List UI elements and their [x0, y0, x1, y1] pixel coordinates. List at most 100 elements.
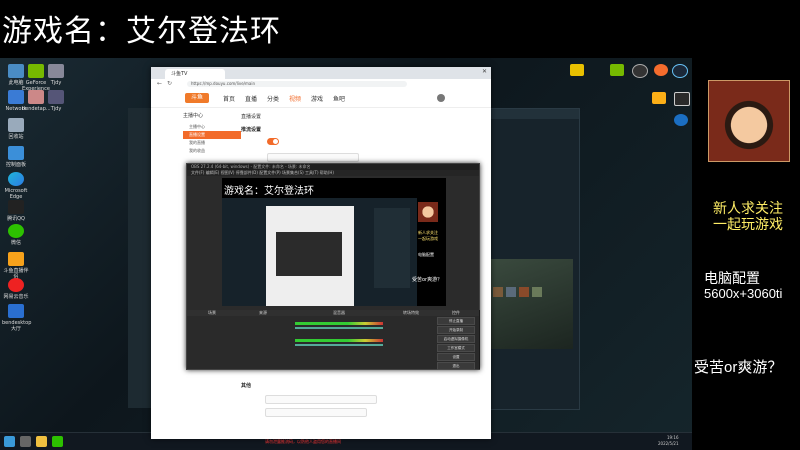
nav-yuba[interactable]: 鱼吧	[333, 94, 345, 103]
desktop-icon-uplay[interactable]	[674, 114, 688, 126]
nav-home[interactable]: 首页	[223, 94, 235, 103]
stop-streaming-button[interactable]: 停止直播	[437, 317, 475, 325]
preview-obs	[276, 232, 342, 276]
desktop-icon-steam[interactable]	[672, 64, 688, 78]
recycle-bin-icon	[8, 118, 24, 132]
close-icon[interactable]: ✕	[482, 68, 487, 75]
steam-icon	[672, 64, 688, 78]
other-field-1[interactable]	[265, 395, 377, 404]
taskbar-app-icon[interactable]	[52, 436, 63, 447]
app-icon	[48, 64, 64, 78]
virtual-camera-button[interactable]: 启动虚拟摄像机	[437, 335, 475, 343]
desktop-icon-qq[interactable]: 腾讯QQ	[2, 200, 30, 222]
qq-icon	[8, 200, 24, 214]
dock-sources-title: 来源	[237, 310, 289, 316]
desktop-icon-douyu[interactable]: 斗鱼直播伴侣	[2, 252, 30, 280]
push-url-field[interactable]	[267, 153, 359, 162]
preview-follow2: 一起玩游戏	[418, 236, 438, 241]
question-overlay: 受苦or爽游？	[694, 359, 783, 376]
desktop-icon-rockstar[interactable]	[652, 92, 666, 104]
dock-sources[interactable]: 来源	[237, 310, 290, 369]
desktop-icon-nvidia-broadcast[interactable]	[610, 64, 624, 76]
netease-music-icon	[8, 278, 24, 292]
obs-window: OBS 27.2.4 (64-bit, windows) - 配置文件: 未命名…	[186, 163, 480, 370]
edge-icon	[8, 172, 24, 186]
desktop-icon-xiaoheihe[interactable]	[570, 64, 584, 76]
desktop-icon-control-panel[interactable]: 控制面板	[2, 146, 30, 168]
uplay-icon	[674, 114, 688, 126]
hero-icons-row	[493, 287, 569, 297]
subsection-title: 推流设置	[241, 127, 262, 133]
back-icon[interactable]: ←	[157, 80, 162, 87]
refresh-icon[interactable]: ↻	[167, 80, 172, 87]
nav-video[interactable]: 视频	[289, 94, 301, 103]
other-section-title: 其他	[241, 383, 252, 389]
settings-button[interactable]: 设置	[437, 353, 475, 361]
browser-tab-bar: 斗鱼TV ✕	[151, 67, 491, 79]
nav-category[interactable]: 分类	[267, 94, 279, 103]
app-icon	[48, 90, 64, 104]
user-avatar[interactable]	[437, 94, 445, 102]
control-panel-icon	[8, 146, 24, 160]
douyu-icon	[8, 252, 24, 266]
nvidia-icon	[610, 64, 624, 76]
preview-question: 受苦or爽游？	[412, 277, 443, 283]
bg-window-titlebar	[483, 109, 579, 119]
taskbar-clock[interactable]: 19:16 2022/5/21	[658, 435, 679, 447]
other-field-2[interactable]	[265, 408, 367, 417]
dock-controls: 控件 停止直播 开始录制 启动虚拟摄像机 工作室模式 设置 退出	[433, 310, 480, 370]
push-toggle-row	[241, 137, 471, 147]
start-recording-button[interactable]: 开始录制	[437, 326, 475, 334]
desktop-icon-obs[interactable]	[632, 64, 648, 78]
nav-live[interactable]: 直播	[245, 94, 257, 103]
desktop-icon-origin[interactable]	[654, 64, 668, 76]
wechat-icon	[8, 224, 24, 238]
desktop-icon-edge[interactable]: Microsoft Edge	[2, 172, 30, 200]
follow-line-2: 一起玩游戏	[713, 217, 783, 233]
desktop-icon-wechat[interactable]: 微信	[2, 224, 30, 246]
dock-transitions-title: 转场特效	[389, 310, 433, 316]
sidebar-item-center[interactable]: 主播中心	[183, 123, 241, 131]
audio-meter-mic	[295, 339, 383, 342]
obs-menubar[interactable]: 文件(F) 编辑(E) 视图(V) 停靠部件(D) 配置文件(P) 场景集合(S…	[187, 170, 479, 176]
file-explorer-icon[interactable]	[36, 436, 47, 447]
sidebar-item-earnings[interactable]: 我的收益	[183, 147, 241, 155]
dock-scenes[interactable]: 场景	[187, 310, 238, 369]
desktop-icon-netease[interactable]: 网易云音乐	[2, 278, 30, 300]
desktop-icon-bendesktop[interactable]: bendesktop大厅	[2, 304, 31, 332]
browser-tab[interactable]: 斗鱼TV	[165, 69, 225, 79]
desktop-icon-recycle-bin[interactable]: 回收站	[2, 118, 30, 140]
exit-button[interactable]: 退出	[437, 362, 475, 370]
windows-start-icon[interactable]	[4, 436, 15, 447]
section-title: 直播设置	[241, 114, 262, 120]
sidebar-item-my-live[interactable]: 我的直播	[183, 139, 241, 147]
desktop-icon-epic[interactable]	[674, 92, 690, 106]
search-icon[interactable]	[20, 436, 31, 447]
other-section: 其他 请勿泄露推流码，以防他人盗用您的直播间	[241, 382, 471, 445]
site-logo[interactable]: 斗鱼	[185, 93, 209, 103]
studio-mode-button[interactable]: 工作室模式	[437, 344, 475, 352]
push-toggle[interactable]	[267, 138, 279, 145]
rockstar-icon	[652, 92, 666, 104]
dock-transitions[interactable]: 转场特效	[389, 310, 434, 369]
url-field[interactable]: https://mp.douyu.com/live/main	[187, 81, 407, 87]
obs-dock: 场景 来源 混音器 转场特效 控件 停止直播 开始录制 启动虚拟摄像机 工作室模…	[187, 310, 480, 370]
desktop-icon-tjdy[interactable]: Tjdy	[42, 64, 70, 86]
dock-controls-title: 控件	[433, 310, 479, 316]
warning-text: 请勿泄露推流码，以防他人盗用您的直播间	[265, 439, 341, 444]
xiaoheihe-icon	[570, 64, 584, 76]
preview-bg-window	[374, 208, 410, 288]
sidebar-item-live-settings[interactable]: 直播设置	[183, 131, 241, 139]
nav-game[interactable]: 游戏	[311, 94, 323, 103]
obs-icon	[632, 64, 648, 78]
volume-slider-mic[interactable]	[295, 344, 383, 346]
preview-title: 游戏名：艾尔登法环	[224, 186, 314, 197]
background-window-right	[482, 108, 580, 410]
pc-config-spec: 5600x+3060ti	[704, 286, 783, 301]
taskbar-date: 2022/5/21	[658, 441, 679, 446]
volume-slider-desktop[interactable]	[295, 327, 383, 329]
dock-mixer: 混音器	[289, 310, 390, 369]
desktop-icon-tjdy-2[interactable]: Tjdy	[42, 90, 70, 112]
pc-config-label: 电脑配置	[704, 270, 760, 286]
game-title-overlay: 游戏名：艾尔登法环	[2, 14, 281, 49]
